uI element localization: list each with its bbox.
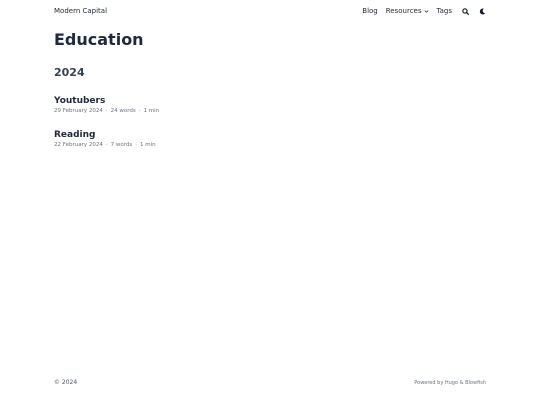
- meta-separator: ·: [105, 142, 108, 148]
- nav-item-blog[interactable]: Blog: [362, 7, 377, 15]
- main-content: Education 2024 Youtubers 29 February 202…: [54, 30, 486, 149]
- powered-by-link[interactable]: Powered by Hugo & Blowfish: [414, 380, 486, 386]
- article-word-count: 7 words: [110, 142, 133, 148]
- search-icon: [461, 7, 469, 15]
- nav-item-resources[interactable]: Resources: [386, 7, 429, 15]
- article-title-link[interactable]: Reading: [54, 130, 486, 141]
- main-nav: Blog Resources Tags: [362, 6, 486, 16]
- year-heading: 2024: [54, 66, 85, 79]
- meta-separator: ·: [138, 108, 141, 114]
- article-read-time: 1 min: [143, 108, 160, 114]
- nav-item-resources-label: Resources: [385, 7, 422, 15]
- chevron-down-icon: [424, 9, 428, 13]
- article-date: 29 February 2024: [54, 108, 103, 114]
- meta-separator: ·: [105, 108, 108, 114]
- copyright-text: © 2024: [54, 379, 78, 386]
- moon-icon: [479, 8, 485, 14]
- article-title-link[interactable]: Youtubers: [54, 96, 486, 107]
- site-title-link[interactable]: Modern Capital: [54, 7, 107, 15]
- meta-separator: ·: [135, 142, 138, 148]
- site-footer: © 2024 Powered by Hugo & Blowfish: [54, 379, 486, 386]
- nav-item-tags[interactable]: Tags: [437, 7, 453, 15]
- article-word-count: 24 words: [110, 108, 136, 114]
- theme-toggle-button[interactable]: [478, 6, 486, 16]
- article-item: Reading 22 February 2024 · 7 words · 1 min: [54, 130, 486, 149]
- article-meta: 29 February 2024 · 24 words · 1 min: [54, 107, 486, 115]
- site-header: Modern Capital Blog Resources Tags: [54, 5, 486, 17]
- page-title: Education: [54, 30, 144, 49]
- article-item: Youtubers 29 February 2024 · 24 words · 1 mi…: [54, 96, 486, 115]
- article-date: 22 February 2024: [54, 142, 103, 148]
- search-button[interactable]: [461, 6, 469, 16]
- article-meta: 22 February 2024 · 7 words · 1 min: [54, 141, 486, 149]
- article-read-time: 1 min: [140, 142, 156, 148]
